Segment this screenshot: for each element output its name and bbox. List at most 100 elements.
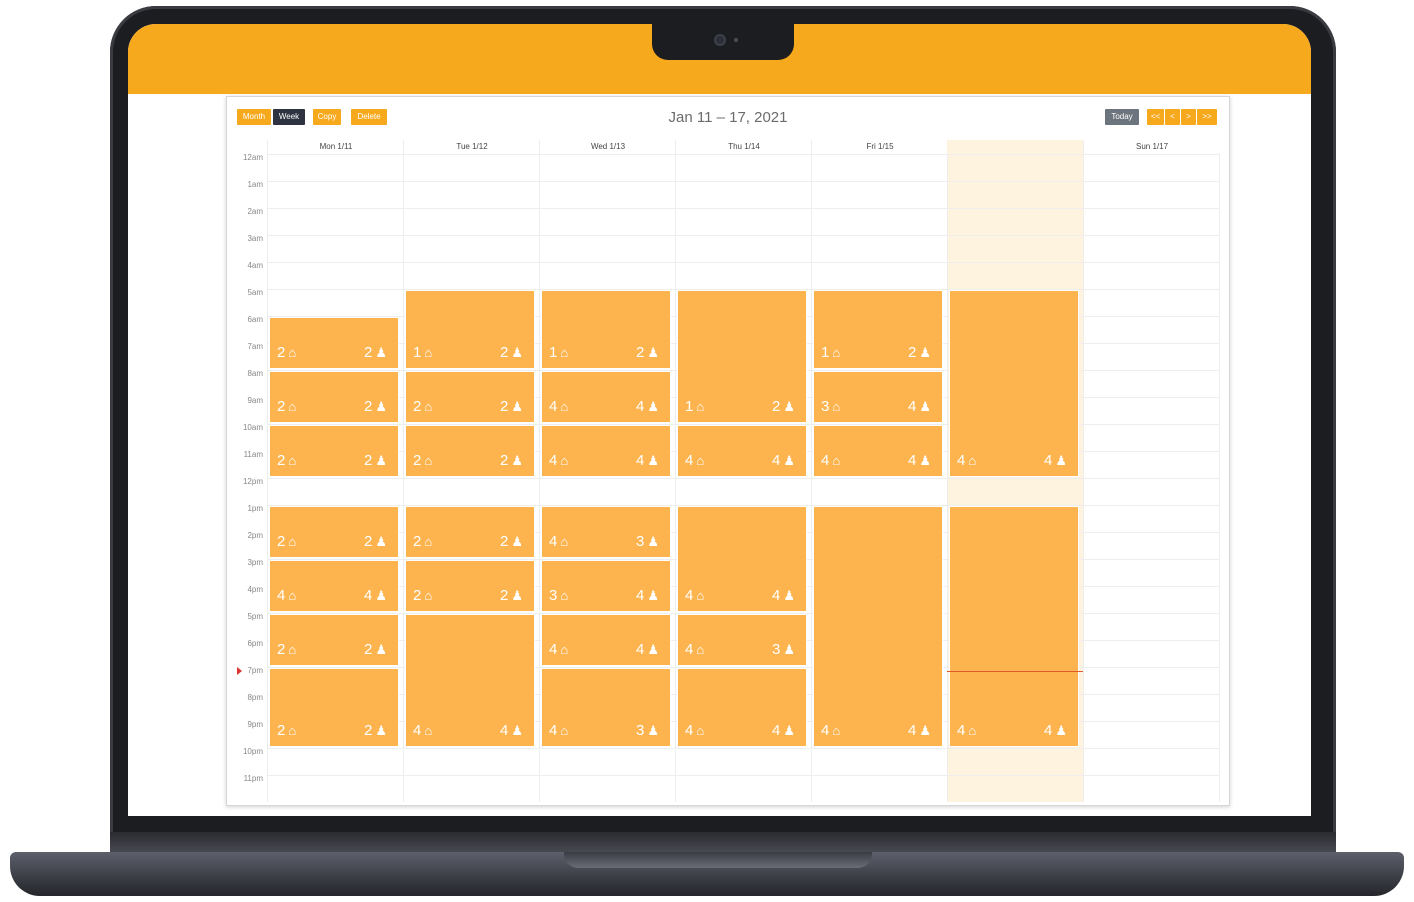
calendar-event[interactable]: 2 ⌂ 2 ♟ [269,668,399,747]
person-icon: ♟ [919,452,931,468]
calendar-event[interactable]: 1 ⌂ 2 ♟ [813,290,943,369]
house-count-value: 2 [277,722,286,739]
calendar-event[interactable]: 4 ⌂ 4 ♟ [677,425,807,477]
last-page-button[interactable]: >> [1197,109,1217,125]
calendar-event[interactable]: 3 ⌂ 4 ♟ [813,371,943,423]
column-divider [267,154,268,802]
hour-label: 4am [247,261,263,270]
hour-label: 3pm [247,558,263,567]
first-page-button[interactable]: << [1147,109,1164,125]
calendar-event[interactable]: 1 ⌂ 2 ♟ [405,290,535,369]
calendar-event[interactable]: 4 ⌂ 4 ♟ [541,614,671,666]
hour-row[interactable] [267,235,1219,263]
day-header[interactable]: Fri 1/15 [811,140,948,154]
house-count: 3 ⌂ [821,398,840,415]
calendar-event[interactable]: 2 ⌂ 2 ♟ [269,425,399,477]
hour-row[interactable] [267,775,1219,803]
calendar-event[interactable]: 4 ⌂ 4 ♟ [677,506,807,612]
calendar-event[interactable]: 1 ⌂ 2 ♟ [677,290,807,423]
calendar-event[interactable]: 2 ⌂ 2 ♟ [405,560,535,612]
next-button[interactable]: > [1181,109,1196,125]
person-icon: ♟ [511,452,523,468]
house-count: 2 ⌂ [413,533,432,550]
person-count: 2 ♟ [364,344,387,361]
calendar-event[interactable]: 4 ⌂ 4 ♟ [677,668,807,747]
camera-icon [714,34,726,46]
house-count-value: 3 [549,587,558,604]
person-count-value: 2 [636,344,645,361]
calendar-event[interactable]: 4 ⌂ 4 ♟ [949,506,1079,747]
calendar: Month Week Copy Delete Jan 11 – 17, 2021… [226,96,1230,806]
house-count: 4 ⌂ [549,641,568,658]
calendar-event[interactable]: 4 ⌂ 4 ♟ [541,425,671,477]
today-button[interactable]: Today [1105,109,1139,125]
house-count-value: 4 [685,587,694,604]
person-icon: ♟ [375,587,387,603]
person-count-value: 4 [772,722,781,739]
house-icon: ⌂ [832,345,841,360]
day-header[interactable]: Sun 1/17 [1083,140,1220,154]
person-count-value: 4 [364,587,373,604]
calendar-event[interactable]: 4 ⌂ 4 ♟ [405,614,535,747]
calendar-event[interactable]: 4 ⌂ 4 ♟ [949,290,1079,477]
person-count-value: 4 [636,641,645,658]
camera-led [734,38,738,42]
calendar-event[interactable]: 4 ⌂ 4 ♟ [541,371,671,423]
calendar-event[interactable]: 2 ⌂ 2 ♟ [405,371,535,423]
person-count: 2 ♟ [908,344,931,361]
person-count: 2 ♟ [636,344,659,361]
house-count-value: 2 [277,533,286,550]
calendar-event[interactable]: 4 ⌂ 3 ♟ [677,614,807,666]
house-count-value: 2 [413,533,422,550]
calendar-event[interactable]: 4 ⌂ 4 ♟ [813,506,943,747]
person-icon: ♟ [1055,452,1067,468]
house-count-value: 4 [685,452,694,469]
calendar-event[interactable]: 2 ⌂ 2 ♟ [269,371,399,423]
calendar-event[interactable]: 2 ⌂ 2 ♟ [269,506,399,558]
person-icon: ♟ [783,452,795,468]
person-count-value: 4 [636,452,645,469]
house-icon: ⌂ [696,453,705,468]
calendar-event[interactable]: 4 ⌂ 3 ♟ [541,668,671,747]
hour-row[interactable] [267,154,1219,182]
day-header[interactable]: Wed 1/13 [539,140,676,154]
calendar-event[interactable]: 2 ⌂ 2 ♟ [269,614,399,666]
person-count: 4 ♟ [636,452,659,469]
hour-row[interactable] [267,181,1219,209]
calendar-event[interactable]: 2 ⌂ 2 ♟ [405,506,535,558]
day-header[interactable]: Tue 1/12 [403,140,540,154]
person-icon: ♟ [511,344,523,360]
calendar-event[interactable]: 1 ⌂ 2 ♟ [541,290,671,369]
hour-row[interactable] [267,262,1219,290]
person-count-value: 2 [908,344,917,361]
person-count: 4 ♟ [908,722,931,739]
time-grid: 12am 1am 2am 3am 4am 5am 6am 7am 8am 9am 10am 11am 1… [227,140,1229,803]
person-icon: ♟ [375,398,387,414]
calendar-event[interactable]: 3 ⌂ 4 ♟ [541,560,671,612]
house-count-value: 4 [549,452,558,469]
hour-label: 9pm [247,720,263,729]
person-icon: ♟ [783,722,795,738]
day-header[interactable]: Mon 1/11 [267,140,404,154]
prev-button[interactable]: < [1165,109,1180,125]
calendar-event[interactable]: 2 ⌂ 2 ♟ [405,425,535,477]
house-icon: ⌂ [288,723,297,738]
house-count: 1 ⌂ [413,344,432,361]
person-count: 2 ♟ [500,587,523,604]
house-icon: ⌂ [832,399,841,414]
hour-label: 4pm [247,585,263,594]
person-icon: ♟ [647,452,659,468]
calendar-event[interactable]: 4 ⌂ 4 ♟ [813,425,943,477]
house-count-value: 2 [413,587,422,604]
person-count: 2 ♟ [364,452,387,469]
house-count: 4 ⌂ [685,452,704,469]
calendar-event[interactable]: 4 ⌂ 4 ♟ [269,560,399,612]
house-count: 4 ⌂ [413,722,432,739]
day-header[interactable]: Thu 1/14 [675,140,812,154]
hour-row[interactable] [267,748,1219,776]
calendar-event[interactable]: 2 ⌂ 2 ♟ [269,317,399,369]
hour-row[interactable] [267,478,1219,506]
hour-row[interactable] [267,208,1219,236]
calendar-event[interactable]: 4 ⌂ 3 ♟ [541,506,671,558]
person-count: 4 ♟ [636,587,659,604]
